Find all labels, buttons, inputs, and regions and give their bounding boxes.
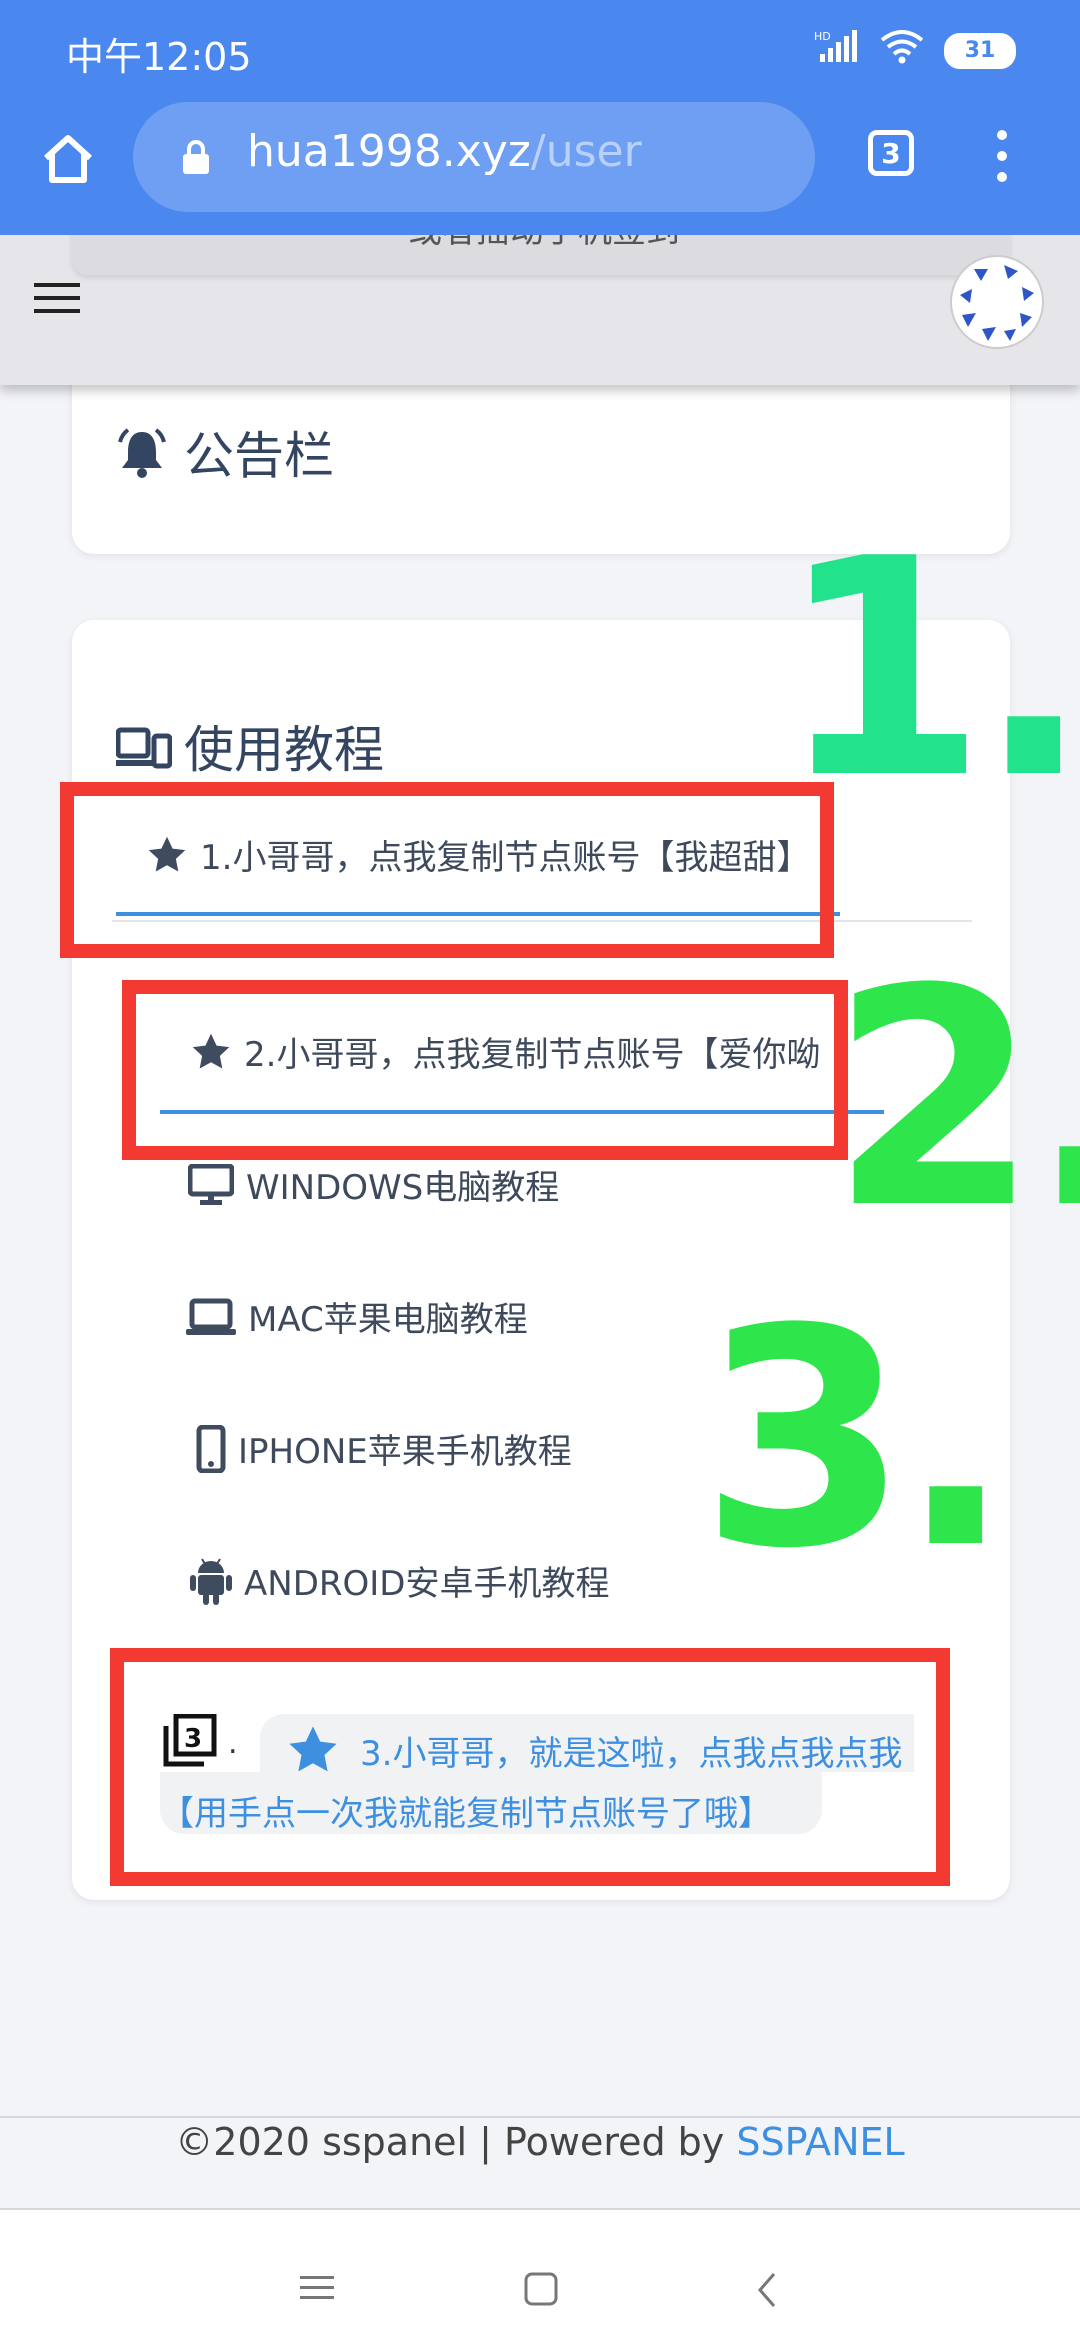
item-label: WINDOWS电脑教程 — [246, 1168, 560, 1208]
mac-tutorial-link[interactable]: MAC苹果电脑教程 — [186, 1292, 528, 1341]
more-menu-icon[interactable] — [995, 130, 1009, 186]
bell-icon — [118, 428, 166, 478]
android-tutorial-link[interactable]: ANDROID安卓手机教程 — [190, 1555, 609, 1605]
annotation-number-1: 1. — [778, 495, 1080, 844]
back-icon[interactable] — [756, 2272, 778, 2308]
url-text: hua1998.xyz/user — [247, 126, 642, 177]
item-label: MAC苹果电脑教程 — [248, 1300, 528, 1340]
annotation-box-2 — [122, 980, 848, 1160]
tutorial-title: 使用教程 — [184, 721, 384, 779]
home-icon[interactable] — [38, 128, 98, 188]
iphone-tutorial-link[interactable]: IPHONE苹果手机教程 — [196, 1424, 572, 1473]
item-label: IPHONE苹果手机教程 — [238, 1432, 572, 1472]
footer-copyright: ©2020 sspanel | Powered by — [175, 2120, 737, 2164]
battery-indicator: 31 — [944, 32, 1016, 69]
monitor-icon — [188, 1163, 234, 1206]
status-icons: HD 31 — [814, 30, 1016, 71]
url-path: /user — [530, 126, 642, 177]
tab-switcher-button[interactable]: 3 — [868, 130, 914, 176]
announcement-title: 公告栏 — [184, 427, 334, 485]
browser-toolbar: 中午12:05 HD 31 hua1998.xyz/user 3 — [0, 0, 1080, 235]
footer: ©2020 sspanel | Powered by SSPANEL — [0, 2120, 1080, 2164]
recents-menu-icon[interactable] — [300, 2274, 334, 2302]
footer-divider — [0, 2116, 1080, 2118]
devices-icon — [116, 727, 172, 769]
wifi-icon — [880, 30, 924, 71]
lock-icon — [183, 140, 209, 174]
home-square-icon[interactable] — [524, 2272, 558, 2306]
annotation-number-3: 3. — [700, 1265, 1013, 1614]
url-domain: hua1998.xyz — [247, 126, 531, 177]
status-time: 中午12:05 — [66, 35, 252, 79]
laptop-icon — [186, 1297, 236, 1337]
phone-icon — [196, 1424, 226, 1473]
item-label: ANDROID安卓手机教程 — [244, 1563, 610, 1604]
annotation-box-1 — [60, 782, 834, 958]
menu-icon[interactable] — [34, 283, 80, 322]
system-nav-bar — [0, 2210, 1080, 2340]
sspanel-link[interactable]: SSPANEL — [736, 2120, 904, 2164]
page-header: 或者摇动手机签到 — [0, 225, 1080, 385]
avatar[interactable] — [950, 255, 1044, 349]
annotation-box-3 — [110, 1648, 950, 1886]
hd-label: HD — [814, 30, 831, 43]
signal-icon: HD — [814, 30, 860, 71]
windows-tutorial-link[interactable]: WINDOWS电脑教程 — [188, 1160, 559, 1209]
android-icon — [190, 1555, 232, 1605]
address-bar[interactable]: hua1998.xyz/user — [133, 102, 815, 212]
annotation-number-2: 2. — [830, 925, 1080, 1274]
